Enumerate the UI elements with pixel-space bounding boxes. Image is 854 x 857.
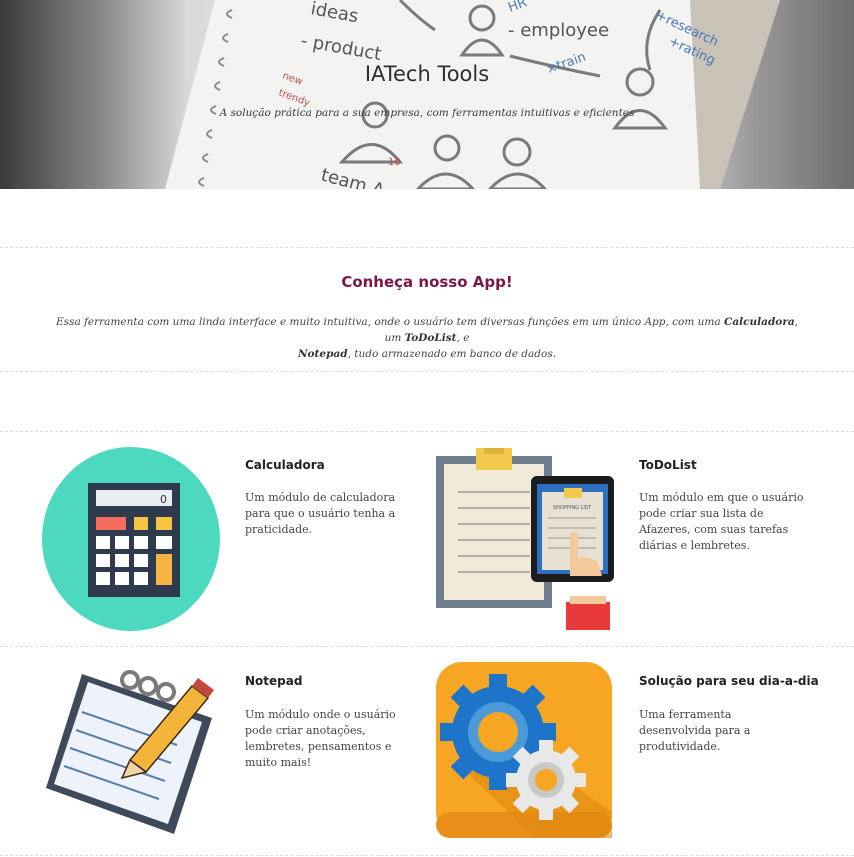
gears-icon: [436, 662, 612, 838]
svg-text:10: 10: [388, 157, 401, 168]
hero-notebook-sketch: - product ideas - employee team A ×train…: [165, 0, 780, 189]
feature-desc-solucao: Uma ferramenta desenvolvida para a produ…: [639, 708, 751, 753]
feature-title-notepad: Notepad: [245, 674, 303, 688]
intro-sep: , e: [456, 332, 470, 344]
intro-text-end: , tudo armazenado em banco de dados.: [347, 348, 557, 360]
site-tagline: A solução prática para a sua empresa, co…: [219, 107, 635, 119]
tablet-list-label: SHOPPING LIST: [553, 505, 592, 511]
divider: [0, 855, 854, 856]
section-description: Essa ferramenta com uma linda interface …: [50, 314, 804, 362]
svg-text:- employee: - employee: [508, 20, 609, 41]
feature-desc-notepad: Um módulo onde o usuário pode criar anot…: [245, 708, 396, 769]
site-title: IATech Tools: [364, 62, 490, 86]
section-heading: Conheça nosso App!: [341, 273, 513, 291]
intro-notepad-name: Notepad: [297, 348, 348, 360]
notepad-pencil-icon: [46, 670, 214, 834]
clipboard-tablet-icon: SHOPPING LIST: [436, 448, 614, 630]
divider: [0, 431, 854, 432]
feature-title-todolist: ToDoList: [639, 458, 697, 472]
feature-desc-calculadora: Um módulo de calculadora para que o usuá…: [245, 491, 396, 536]
feature-desc-todolist: Um módulo em que o usuário pode criar su…: [639, 491, 804, 552]
feature-title-solucao: Solução para seu dia-a-dia: [639, 674, 819, 688]
intro-calc-name: Calculadora: [724, 316, 795, 328]
intro-todo-name: ToDoList: [404, 332, 457, 344]
calculator-icon: 0: [42, 447, 220, 631]
feature-title-calculadora: Calculadora: [245, 458, 325, 472]
divider: [0, 247, 854, 248]
divider: [0, 371, 854, 372]
intro-text: Essa ferramenta com uma linda interface …: [56, 316, 724, 328]
hero-banner: - product ideas - employee team A ×train…: [0, 0, 854, 189]
calc-display-value: 0: [160, 493, 167, 506]
divider: [0, 646, 854, 647]
